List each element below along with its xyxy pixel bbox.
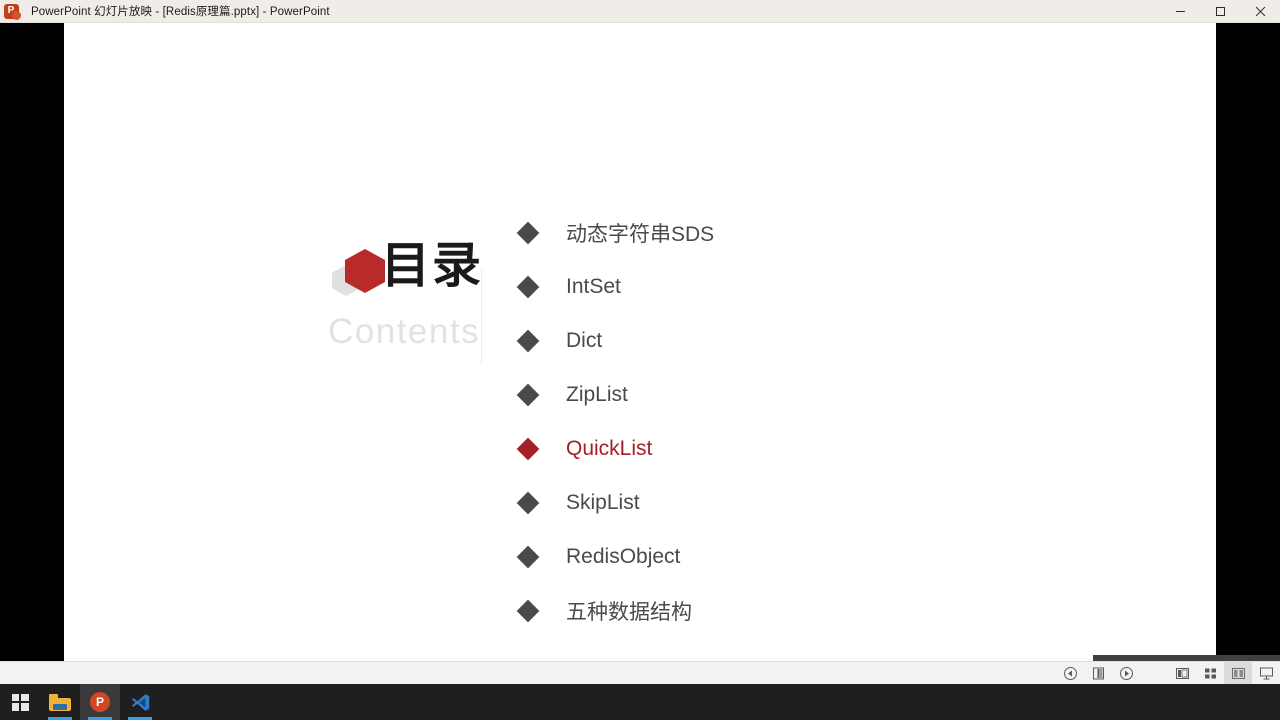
list-item[interactable]: IntSet bbox=[516, 260, 936, 314]
list-item-label: Dict bbox=[566, 329, 603, 352]
contents-logo-block: 目录 Contents bbox=[271, 241, 486, 361]
vertical-divider bbox=[481, 268, 482, 365]
diamond-bullet-icon bbox=[516, 491, 540, 515]
next-slide-icon[interactable] bbox=[1112, 662, 1140, 684]
start-button-icon[interactable] bbox=[0, 684, 40, 720]
list-item-label: RedisObject bbox=[566, 545, 681, 568]
list-item-label: 动态字符串SDS bbox=[566, 223, 715, 246]
vscode-icon[interactable] bbox=[120, 684, 160, 720]
powerpoint-taskbar-icon[interactable] bbox=[80, 684, 120, 720]
windows-taskbar bbox=[0, 684, 1280, 720]
list-item-label: SkipList bbox=[566, 491, 640, 514]
slide-show-view-icon[interactable] bbox=[1252, 662, 1280, 684]
pause-icon[interactable] bbox=[1084, 662, 1112, 684]
diamond-bullet-icon bbox=[516, 383, 540, 407]
slide-heading-cn: 目录 bbox=[381, 237, 484, 294]
list-item-active[interactable]: QuickList bbox=[516, 422, 936, 476]
list-item-label: IntSet bbox=[566, 275, 621, 298]
diamond-bullet-icon bbox=[516, 437, 540, 461]
slideshow-control-strip bbox=[0, 661, 1280, 684]
playback-controls bbox=[1056, 662, 1140, 684]
list-item-label: ZipList bbox=[566, 383, 628, 406]
powerpoint-icon bbox=[0, 0, 22, 23]
list-item[interactable]: Dict bbox=[516, 314, 936, 368]
diamond-bullet-icon bbox=[516, 329, 540, 353]
window-controls bbox=[1160, 0, 1280, 23]
slide-heading-en: Contents bbox=[328, 312, 481, 351]
minimize-icon[interactable] bbox=[1160, 0, 1200, 23]
diamond-bullet-icon bbox=[516, 545, 540, 569]
diamond-bullet-icon bbox=[516, 599, 540, 623]
file-explorer-icon[interactable] bbox=[40, 684, 80, 720]
previous-slide-icon[interactable] bbox=[1056, 662, 1084, 684]
window-title: PowerPoint 幻灯片放映 - [Redis原理篇.pptx] - Pow… bbox=[31, 6, 330, 18]
slide-sorter-view-icon[interactable] bbox=[1196, 662, 1224, 684]
slide-canvas[interactable]: 目录 Contents 动态字符串SDS IntSet Dict ZipList bbox=[64, 23, 1216, 671]
list-item-label: QuickList bbox=[566, 437, 653, 460]
list-item[interactable]: ZipList bbox=[516, 368, 936, 422]
list-item[interactable]: 五种数据结构 bbox=[516, 584, 936, 638]
diamond-bullet-icon bbox=[516, 221, 540, 245]
diamond-bullet-icon bbox=[516, 275, 540, 299]
slideshow-stage[interactable]: 目录 Contents 动态字符串SDS IntSet Dict ZipList bbox=[0, 23, 1280, 684]
list-item[interactable]: RedisObject bbox=[516, 530, 936, 584]
reading-view-icon[interactable] bbox=[1224, 662, 1252, 684]
close-icon[interactable] bbox=[1240, 0, 1280, 23]
normal-view-icon[interactable] bbox=[1168, 662, 1196, 684]
list-item[interactable]: SkipList bbox=[516, 476, 936, 530]
list-item[interactable]: 动态字符串SDS bbox=[516, 206, 936, 260]
list-item-label: 五种数据结构 bbox=[566, 601, 692, 624]
table-of-contents-list: 动态字符串SDS IntSet Dict ZipList QuickList S… bbox=[516, 206, 936, 638]
view-mode-controls bbox=[1168, 662, 1280, 684]
restore-icon[interactable] bbox=[1200, 0, 1240, 23]
window-title-bar: PowerPoint 幻灯片放映 - [Redis原理篇.pptx] - Pow… bbox=[0, 0, 1280, 23]
